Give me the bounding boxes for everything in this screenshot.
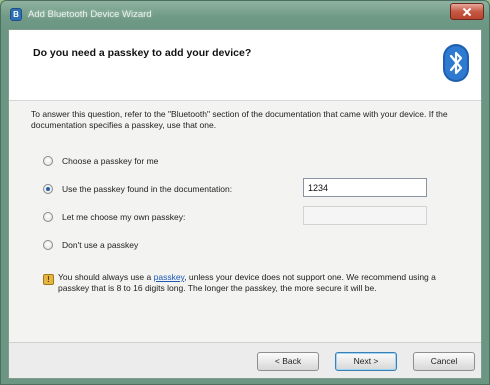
window-title: Add Bluetooth Device Wizard <box>28 9 152 20</box>
wizard-client-area: Do you need a passkey to add your device… <box>8 29 482 379</box>
radio-button[interactable] <box>43 212 53 222</box>
option-no-passkey[interactable]: Don't use a passkey <box>43 238 138 252</box>
option-label: Let me choose my own passkey: <box>62 212 186 222</box>
option-label: Choose a passkey for me <box>62 156 159 166</box>
radio-button[interactable] <box>43 240 53 250</box>
wizard-window: B Add Bluetooth Device Wizard Do you nee… <box>0 0 490 385</box>
info-text: You should always use a passkey, unless … <box>58 272 453 294</box>
title-bar[interactable]: B Add Bluetooth Device Wizard <box>1 1 489 28</box>
close-button[interactable] <box>450 3 484 20</box>
next-button[interactable]: Next > <box>335 352 397 371</box>
wizard-header: Do you need a passkey to add your device… <box>9 30 481 101</box>
option-choose-for-me[interactable]: Choose a passkey for me <box>43 154 158 168</box>
documentation-passkey-input[interactable] <box>303 178 427 197</box>
back-button[interactable]: < Back <box>257 352 319 371</box>
own-passkey-input[interactable] <box>303 206 427 225</box>
bluetooth-logo-icon <box>443 44 469 82</box>
option-label: Use the passkey found in the documentati… <box>62 184 233 194</box>
cancel-button[interactable]: Cancel <box>413 352 475 371</box>
info-text-start: You should always use a <box>58 272 154 282</box>
radio-button[interactable] <box>43 156 53 166</box>
info-icon: ! <box>43 274 54 285</box>
radio-button-selected[interactable] <box>43 184 53 194</box>
passkey-link[interactable]: passkey <box>154 272 185 282</box>
bluetooth-title-icon: B <box>10 8 22 21</box>
option-choose-own[interactable]: Let me choose my own passkey: <box>43 210 185 224</box>
option-label: Don't use a passkey <box>62 240 139 250</box>
page-title: Do you need a passkey to add your device… <box>33 47 252 59</box>
wizard-footer: < Back Next > Cancel <box>9 342 481 378</box>
description-text: To answer this question, refer to the "B… <box>31 109 448 130</box>
option-use-documentation[interactable]: Use the passkey found in the documentati… <box>43 182 232 196</box>
